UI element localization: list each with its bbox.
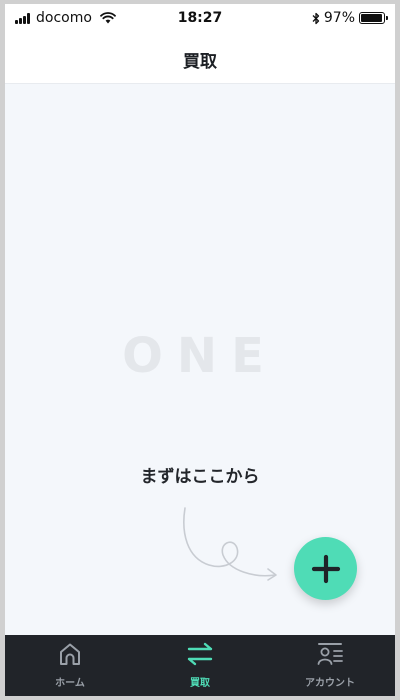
- add-button[interactable]: [294, 537, 357, 600]
- brand-logo-graphic: ONE: [122, 328, 278, 384]
- status-bar: docomo 18:27 97%: [5, 4, 395, 32]
- battery-icon: [359, 12, 388, 24]
- page-title: 買取: [183, 52, 217, 72]
- tab-kaitori-icon-wrap: [135, 641, 265, 667]
- tab-account[interactable]: アカウント: [265, 635, 395, 696]
- device-frame: docomo 18:27 97% 買取 ONE まずはここから ホーム 買取 ア…: [0, 0, 400, 700]
- tab-kaitori[interactable]: 買取: [135, 635, 265, 696]
- plus-icon: [311, 554, 340, 583]
- tab-account-label: アカウント: [305, 678, 355, 689]
- exchange-arrows-icon: [187, 642, 213, 666]
- tab-kaitori-label: 買取: [190, 678, 210, 689]
- curved-arrow-icon: [183, 507, 277, 581]
- status-right: 97%: [312, 10, 388, 26]
- empty-state-prompt: まずはここから: [140, 467, 260, 487]
- tab-bar: ホーム 買取 アカウント: [5, 635, 395, 696]
- home-icon: [60, 643, 80, 665]
- battery-nub: [386, 16, 388, 20]
- battery-fill: [361, 14, 383, 22]
- bluetooth-icon: [312, 12, 320, 24]
- battery-percent: 97%: [323, 10, 355, 26]
- tab-home-label: ホーム: [55, 678, 85, 689]
- brand-logo-text: ONE: [122, 330, 278, 380]
- tab-home-icon-wrap: [5, 641, 135, 667]
- account-icon: [317, 643, 343, 665]
- phone-screen: docomo 18:27 97% 買取 ONE まずはここから ホーム 買取 ア…: [5, 4, 395, 696]
- empty-state-content: ONE まずはここから: [5, 85, 395, 635]
- tab-account-icon-wrap: [265, 641, 395, 667]
- navigation-bar: 買取: [5, 32, 395, 84]
- tab-home[interactable]: ホーム: [5, 635, 135, 696]
- brand-logo: ONE: [5, 328, 395, 384]
